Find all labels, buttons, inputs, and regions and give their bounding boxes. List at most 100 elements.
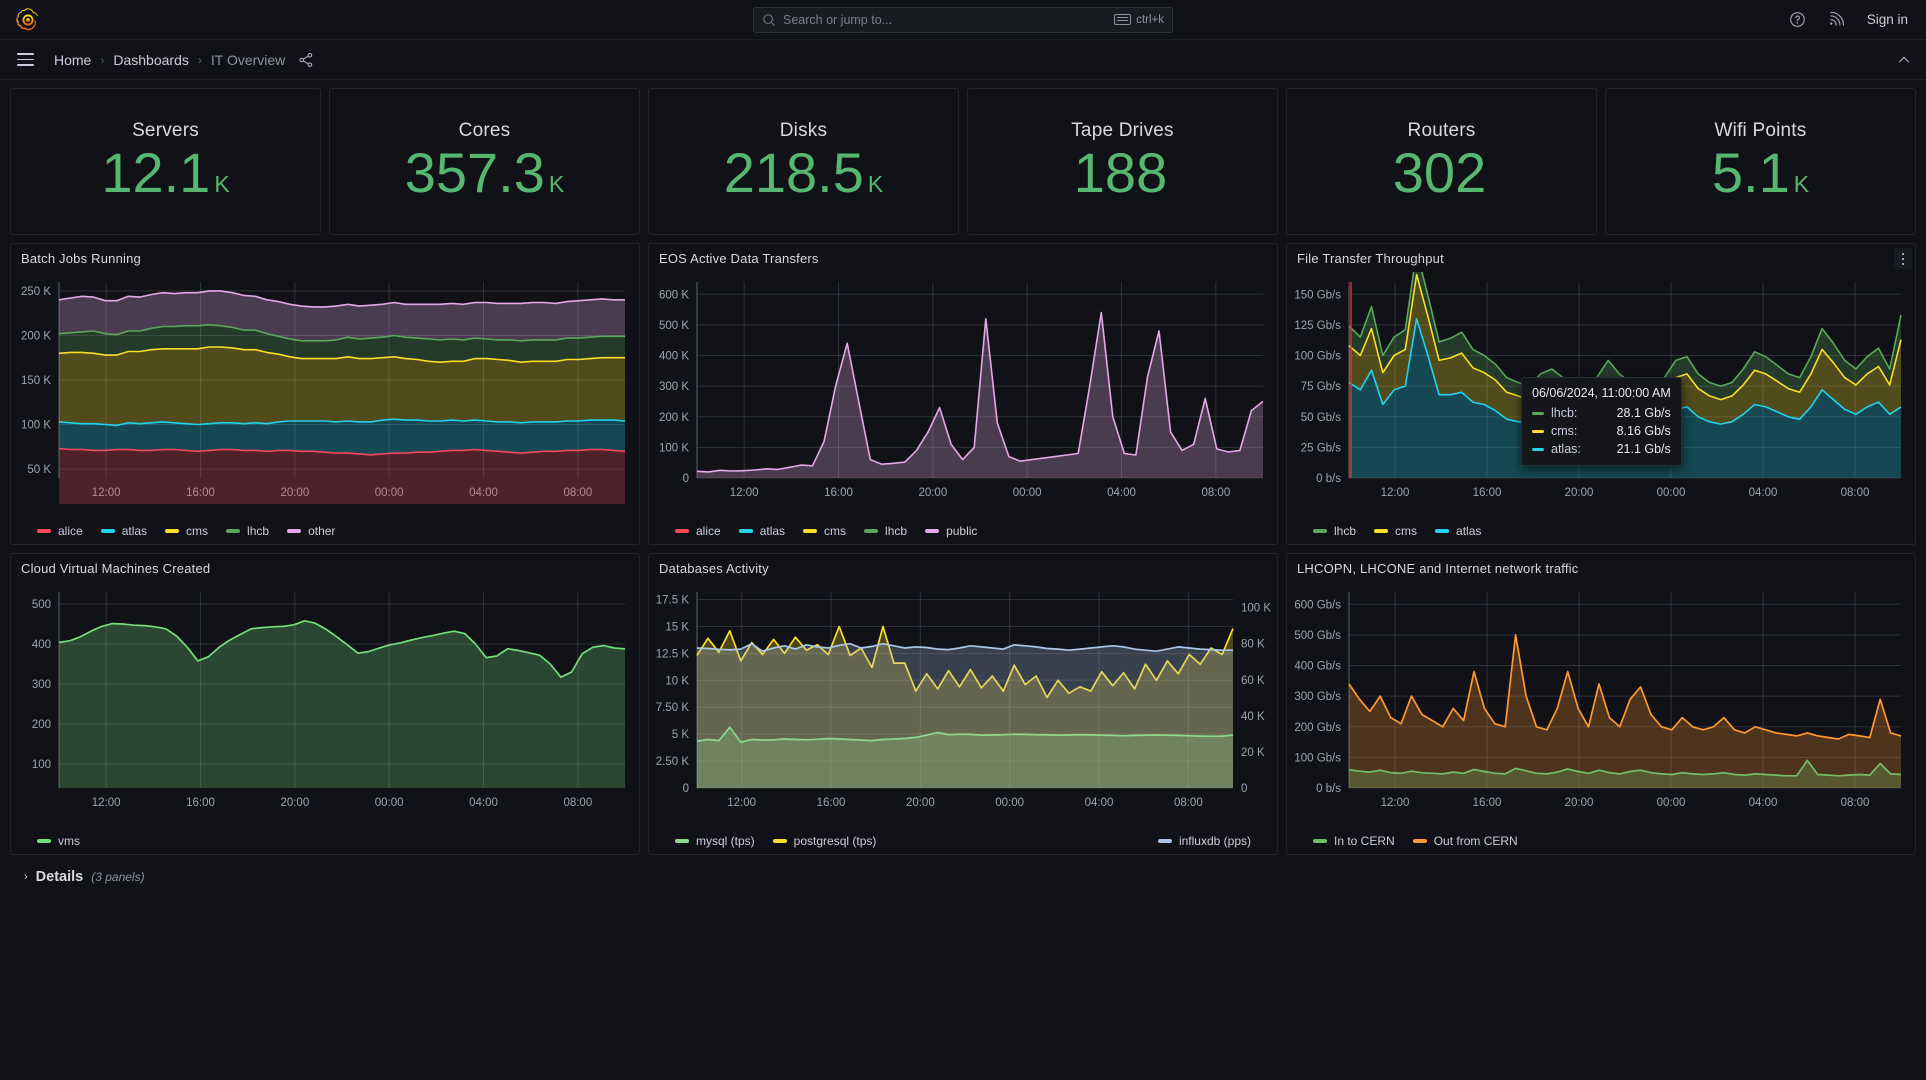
legend-item[interactable]: postgresql (tps) — [772, 834, 876, 848]
legend-color-swatch — [287, 529, 302, 533]
panel-file-transfer-throughput[interactable]: File Transfer Throughput 150 Gb/s 125 Gb/… — [1286, 243, 1916, 545]
legend-color-swatch — [1313, 839, 1327, 843]
stat-unit: K — [867, 171, 884, 198]
svg-text:2.50 K: 2.50 K — [656, 756, 690, 768]
rss-news-icon[interactable] — [1828, 11, 1845, 28]
svg-text:17.5 K: 17.5 K — [656, 595, 690, 607]
svg-text:12:00: 12:00 — [92, 797, 121, 809]
legend-item[interactable]: cms — [803, 524, 846, 538]
legend-color-swatch — [675, 839, 689, 843]
stat-value-group: 218.5 K — [723, 141, 884, 205]
grafana-home-link[interactable] — [0, 7, 56, 33]
legend-label: vms — [58, 834, 80, 848]
breadcrumb-item-home[interactable]: Home — [54, 52, 91, 68]
plot-network[interactable]: 600 Gb/s 500 Gb/s 400 Gb/s 300 Gb/s 200 Gb/s… — [1287, 582, 1915, 814]
plot-eos[interactable]: 600 K 500 K 400 K 300 K 200 K 100 K 0 12:00 16:0… — [649, 272, 1277, 504]
panel-title-eos: EOS Active Data Transfers — [659, 250, 819, 266]
stat-value: 218.5 — [723, 141, 864, 205]
stat-panel-servers[interactable]: Servers 12.1 K — [10, 88, 321, 235]
breadcrumb-bar: Home › Dashboards › IT Overview — [0, 40, 1926, 80]
svg-text:80 K: 80 K — [1241, 639, 1265, 651]
svg-text:04:00: 04:00 — [469, 797, 498, 809]
svg-text:500 K: 500 K — [659, 320, 689, 332]
stat-value: 357.3 — [404, 141, 545, 205]
legend-item[interactable]: atlas — [1435, 524, 1481, 538]
legend-item[interactable]: alice — [675, 524, 721, 538]
svg-text:00:00: 00:00 — [995, 797, 1024, 809]
breadcrumb-separator: › — [100, 52, 105, 67]
chevron-up-icon[interactable] — [1896, 52, 1912, 68]
plot-batch-jobs[interactable]: 250 K200 K150 K100 K50 K12:0016:0020:000… — [11, 272, 639, 504]
dashboard-canvas: Servers 12.1 K Cores 357.3 K Disks 218.5… — [0, 80, 1926, 885]
svg-text:250 K: 250 K — [21, 286, 51, 298]
panel-eos-active-data-transfers[interactable]: EOS Active Data Transfers 600 K 500 K 400 … — [648, 243, 1278, 545]
stat-panel-disks[interactable]: Disks 218.5 K — [648, 88, 959, 235]
search-input[interactable]: Search or jump to... ctrl+k — [753, 6, 1173, 33]
legend-item[interactable]: Out from CERN — [1412, 834, 1518, 848]
svg-text:100: 100 — [32, 759, 51, 771]
legend-item[interactable]: lhcb — [1313, 524, 1356, 538]
legend-item[interactable]: mysql (tps) — [675, 834, 755, 848]
svg-text:12:00: 12:00 — [727, 797, 756, 809]
search-icon — [762, 13, 776, 27]
stat-panel-routers[interactable]: Routers 302 — [1286, 88, 1597, 235]
legend-item[interactable]: vms — [37, 834, 80, 848]
legend-network: In to CERN Out from CERN — [1287, 834, 1915, 848]
legend-item[interactable]: atlas — [738, 524, 785, 538]
legend-color-swatch — [738, 529, 753, 533]
svg-text:00:00: 00:00 — [375, 797, 404, 809]
stat-title: Routers — [1407, 120, 1476, 142]
breadcrumb-item-dashboards[interactable]: Dashboards — [113, 52, 189, 68]
stat-unit: K — [548, 171, 565, 198]
stat-panel-wifi-points[interactable]: Wifi Points 5.1 K — [1605, 88, 1916, 235]
legend-color-swatch — [37, 839, 51, 843]
legend-item[interactable]: influxdb (pps) — [1157, 834, 1251, 848]
legend-label: public — [946, 524, 978, 538]
legend-item[interactable]: public — [925, 524, 977, 538]
svg-text:20:00: 20:00 — [906, 797, 935, 809]
legend-label: lhcb — [247, 524, 270, 538]
svg-text:16:00: 16:00 — [1473, 797, 1502, 809]
tooltip-series-name: atlas: — [1551, 442, 1581, 456]
legend-databases: mysql (tps) postgresql (tps) influxdb (pps… — [649, 834, 1277, 848]
legend-item[interactable]: In to CERN — [1313, 834, 1395, 848]
grafana-logo-icon — [16, 7, 38, 30]
hamburger-menu-icon[interactable] — [10, 45, 40, 75]
panel-menu-icon[interactable] — [1894, 248, 1912, 270]
svg-text:400 K: 400 K — [659, 351, 689, 363]
stat-panel-cores[interactable]: Cores 357.3 K — [329, 88, 640, 235]
legend-label: lhcb — [1334, 524, 1357, 538]
share-nodes-icon[interactable] — [298, 52, 314, 68]
legend-label: alice — [58, 524, 83, 538]
legend-item[interactable]: lhcb — [226, 524, 269, 538]
legend-item[interactable]: alice — [37, 524, 83, 538]
legend-cloud-vms: vms — [11, 834, 639, 848]
plot-cloud-vms[interactable]: 500 400 300 200 100 12:00 16:00 20:00 00:00 04:00… — [11, 582, 639, 814]
legend-item[interactable]: cms — [165, 524, 208, 538]
legend-item[interactable]: lhcb — [864, 524, 907, 538]
panel-databases-activity[interactable]: Databases Activity 17.5 K 15 K 12.5 K 10 K 7… — [648, 553, 1278, 855]
legend-item[interactable]: atlas — [100, 524, 147, 538]
legend-color-swatch — [1412, 839, 1427, 843]
details-row-header[interactable]: › Details (3 panels) — [10, 863, 1916, 885]
panel-cloud-virtual-machines-created[interactable]: Cloud Virtual Machines Created 500 400 300… — [10, 553, 640, 855]
svg-text:150 K: 150 K — [21, 375, 51, 387]
panel-batch-jobs-running[interactable]: Batch Jobs Running 250 K 200 K 150 K 100 K 5… — [10, 243, 640, 545]
stat-value-group: 12.1 K — [101, 143, 229, 203]
panel-title-network: LHCOPN, LHCONE and Internet network traf… — [1297, 560, 1579, 576]
svg-text:300: 300 — [32, 679, 51, 691]
legend-batch-jobs: alice atlas cms lhcb other — [11, 524, 639, 538]
panel-network-traffic[interactable]: LHCOPN, LHCONE and Internet network traf… — [1286, 553, 1916, 855]
plot-databases[interactable]: 17.5 K 15 K 12.5 K 10 K 7.50 K 5 K 2.50 K 0 100 … — [649, 582, 1277, 814]
svg-text:04:00: 04:00 — [1749, 797, 1778, 809]
details-row-panel-count: (3 panels) — [91, 870, 145, 884]
legend-eos: alice atlas cms lhcb public — [649, 524, 1277, 538]
sign-in-button[interactable]: Sign in — [1867, 12, 1908, 27]
details-row-title[interactable]: Details — [36, 869, 84, 885]
tooltip-row-cms: cms: 8.16 Gb/s — [1532, 424, 1671, 438]
legend-item[interactable]: other — [287, 524, 335, 538]
legend-item[interactable]: cms — [1374, 524, 1417, 538]
help-circle-icon[interactable] — [1789, 11, 1806, 28]
global-search[interactable]: Search or jump to... ctrl+k — [753, 6, 1173, 33]
stat-panel-tape-drives[interactable]: Tape Drives 188 — [967, 88, 1278, 235]
